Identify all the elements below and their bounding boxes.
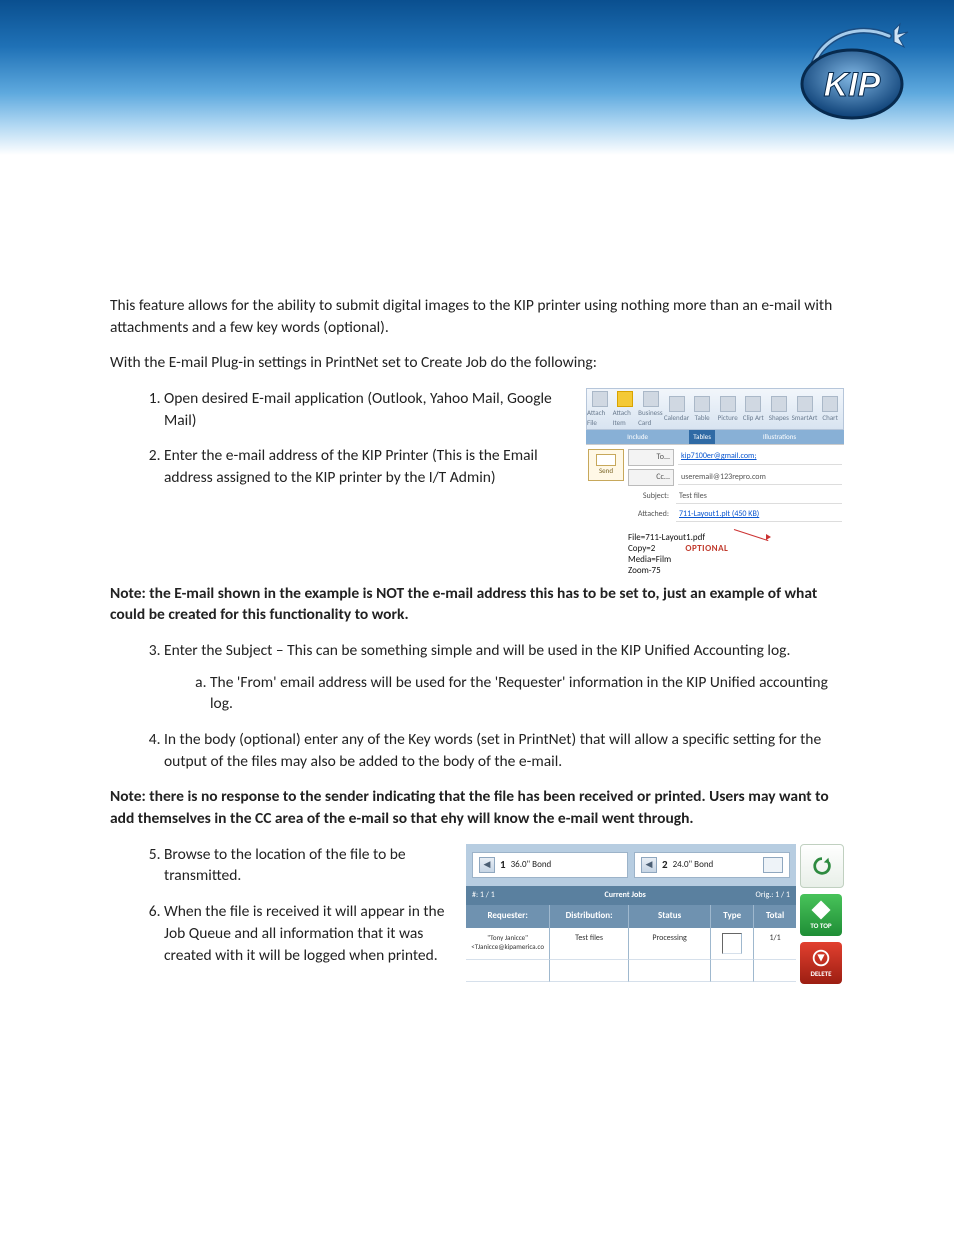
intro-paragraph-2: With the E-mail Plug-in settings in Prin…	[110, 352, 844, 374]
media-rolls-bar: ◀ 1 36.0" Bond ◀ 2 24.0" Bond	[466, 844, 796, 886]
cc-button[interactable]: Cc...	[628, 469, 674, 486]
ribbon-calendar[interactable]: Calendar	[664, 389, 690, 429]
refresh-icon	[811, 855, 833, 877]
ribbon-attach-file[interactable]: Attach File	[587, 389, 613, 429]
step-3a: The 'From' email address will be used fo…	[210, 672, 844, 715]
step-3: Enter the Subject – This can be somethin…	[164, 640, 844, 715]
job-queue-screenshot: ◀ 1 36.0" Bond ◀ 2 24.0" Bond #: 1 / 1 C…	[466, 844, 844, 984]
step-5: Browse to the location of the file to be…	[164, 844, 456, 887]
roll-prev-icon[interactable]: ◀	[479, 857, 495, 873]
table-row-empty	[466, 960, 796, 982]
diamond-icon	[810, 899, 832, 921]
delete-button[interactable]: DELETE	[800, 942, 842, 984]
document-body: This feature allows for the ability to s…	[0, 295, 954, 984]
kip-logo: KIP	[794, 22, 914, 132]
to-top-button[interactable]: TO TOP	[800, 894, 842, 936]
step-1: Open desired E-mail application (Outlook…	[164, 388, 572, 431]
subject-label: Subject:	[628, 489, 672, 504]
header-banner: KIP	[0, 0, 954, 155]
ribbon-table[interactable]: Table	[689, 389, 715, 429]
arrowhead-icon	[766, 534, 771, 540]
optional-callout: OPTIONAL	[685, 543, 728, 554]
ribbon-business-card[interactable]: Business Card	[638, 389, 664, 429]
subject-field[interactable]: Test files	[676, 490, 842, 504]
printer-icon[interactable]	[763, 857, 783, 873]
email-body[interactable]: File=711-Layout1.pdf Copy=2 OPTIONAL Med…	[588, 526, 842, 579]
ribbon-shapes[interactable]: Shapes	[766, 389, 792, 429]
ribbon-attach-item[interactable]: Attach Item	[613, 389, 639, 429]
send-button[interactable]: Send	[588, 449, 624, 481]
step-6: When the file is received it will appear…	[164, 901, 456, 966]
to-field[interactable]: kip7100er@gmail.com;	[678, 450, 842, 464]
ribbon-picture[interactable]: Picture	[715, 389, 741, 429]
note-1: Note: the E-mail shown in the example is…	[110, 583, 844, 626]
table-row[interactable]: "Tony Janicce" <TJanicce@kipamerica.co T…	[466, 928, 796, 960]
ribbon-chart[interactable]: Chart	[817, 389, 843, 429]
attached-field[interactable]: 711-Layout1.plt (450 KB)	[676, 508, 842, 522]
intro-paragraph-1: This feature allows for the ability to s…	[110, 295, 844, 338]
cc-field[interactable]: useremail@123repro.com	[678, 471, 842, 485]
note-2: Note: there is no response to the sender…	[110, 786, 844, 829]
step-2: Enter the e-mail address of the KIP Prin…	[164, 445, 572, 488]
jobs-table-header: Requester: Distribution: Status Type Tot…	[466, 905, 796, 928]
ribbon-smartart[interactable]: SmartArt	[792, 389, 818, 429]
svg-text:KIP: KIP	[824, 66, 881, 104]
roll-prev-icon[interactable]: ◀	[641, 857, 657, 873]
banner-fade	[0, 155, 954, 295]
printer-icon	[722, 933, 742, 954]
current-jobs-bar: #: 1 / 1 Current Jobs Orig.: 1 / 1	[466, 886, 796, 905]
refresh-button[interactable]	[800, 844, 844, 888]
step-4: In the body (optional) enter any of the …	[164, 729, 844, 772]
roll-1[interactable]: ◀ 1 36.0" Bond	[472, 852, 628, 878]
ribbon-toolbar: Attach File Attach Item Business Card Ca…	[586, 388, 844, 430]
stop-icon	[810, 947, 832, 969]
ribbon-group-labels: Include Tables Illustrations	[586, 430, 844, 444]
ribbon-clip-art[interactable]: Clip Art	[740, 389, 766, 429]
envelope-icon	[596, 454, 616, 466]
roll-2[interactable]: ◀ 2 24.0" Bond	[634, 852, 790, 878]
email-screenshot: Attach File Attach Item Business Card Ca…	[586, 388, 844, 583]
to-button[interactable]: To...	[628, 449, 674, 466]
attached-label: Attached:	[628, 507, 672, 522]
